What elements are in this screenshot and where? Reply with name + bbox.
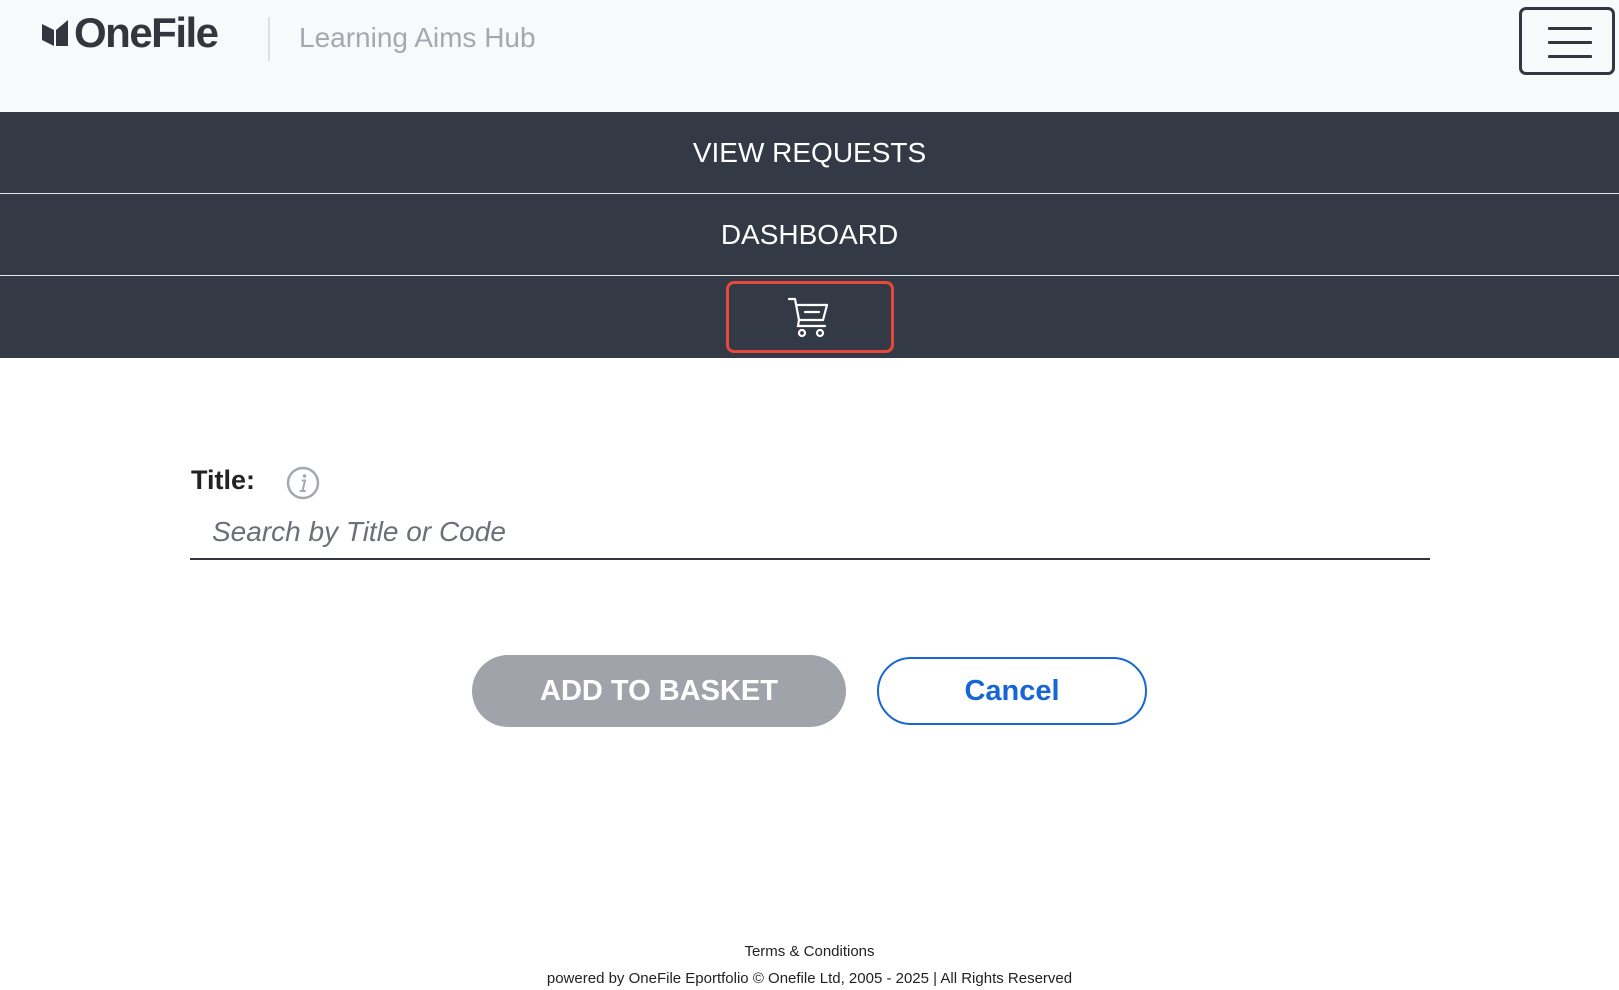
title-search-input[interactable]	[190, 506, 1430, 560]
basket-button[interactable]	[725, 281, 894, 353]
info-icon[interactable]	[286, 466, 320, 500]
onefile-logo-icon	[42, 20, 68, 46]
hamburger-menu-button[interactable]	[1519, 7, 1615, 75]
nav-dashboard[interactable]: DASHBOARD	[0, 194, 1619, 276]
hamburger-menu-icon-bar	[1548, 41, 1592, 44]
copyright-text: powered by OneFile Eportfolio © Onefile …	[546, 970, 1073, 987]
shopping-cart-icon	[787, 297, 828, 338]
cancel-button[interactable]: Cancel	[877, 657, 1147, 725]
top-header: OneFile Learning Aims Hub	[0, 0, 1619, 112]
nav-basket	[0, 276, 1619, 358]
nav-view-requests[interactable]: VIEW REQUESTS	[0, 112, 1619, 194]
terms-link[interactable]: Terms & Conditions	[0, 943, 1619, 960]
logo-text: OneFile	[74, 9, 219, 56]
hamburger-menu-icon	[1548, 27, 1592, 30]
onefile-logo[interactable]: OneFile	[40, 9, 219, 56]
hamburger-menu-icon-bar	[1548, 55, 1592, 58]
add-to-basket-button[interactable]: ADD TO BASKET	[472, 655, 846, 727]
main-navigation: VIEW REQUESTS DASHBOARD	[0, 112, 1619, 358]
app-title: Learning Aims Hub	[299, 22, 536, 53]
title-label: Title:	[191, 465, 256, 495]
header-divider	[268, 17, 270, 61]
